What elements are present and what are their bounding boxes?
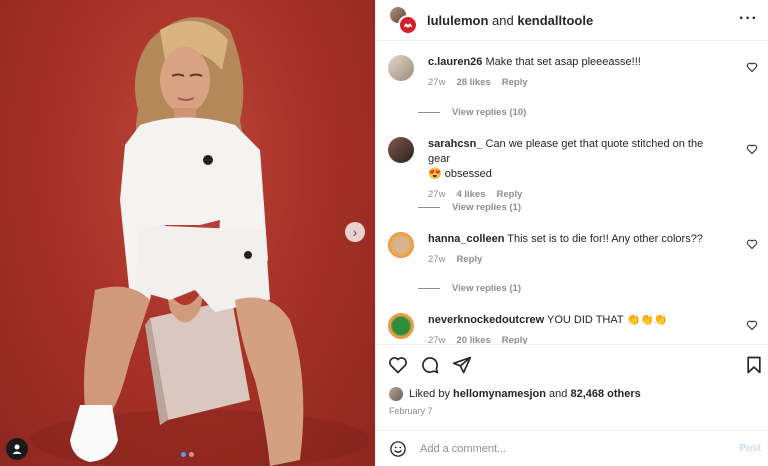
smiley-icon[interactable] xyxy=(389,440,407,458)
heart-icon[interactable] xyxy=(746,319,758,331)
likes-summary: Liked by hellomynamesjon and 82,468 othe… xyxy=(389,387,641,401)
reply-button[interactable]: Reply xyxy=(502,75,528,90)
more-options-button[interactable]: ··· xyxy=(739,10,758,27)
person-icon xyxy=(12,444,22,454)
author-username[interactable]: lululemon xyxy=(427,13,488,28)
liker-avatar[interactable] xyxy=(389,387,403,401)
comment-text: Make that set asap pleeeasse!!! xyxy=(485,56,641,68)
liked-by-conjunction: and xyxy=(549,388,568,400)
heart-icon[interactable] xyxy=(746,238,758,250)
next-photo-button[interactable]: › xyxy=(345,222,365,242)
liked-by-prefix: Liked by xyxy=(409,388,450,400)
post-comment-button[interactable]: Post xyxy=(739,443,761,454)
carousel-dot-active xyxy=(181,452,186,457)
view-replies-label: View replies (10) xyxy=(452,107,527,118)
likes-count[interactable]: 82,468 others xyxy=(570,388,640,400)
lululemon-logo-icon xyxy=(404,23,412,28)
view-replies-button[interactable]: View replies (1) xyxy=(418,283,521,294)
comment-icon[interactable] xyxy=(420,355,440,375)
bookmark-icon[interactable] xyxy=(744,355,764,375)
commenter-avatar[interactable] xyxy=(388,313,414,339)
view-replies-label: View replies (1) xyxy=(452,283,521,294)
commenter-avatar[interactable] xyxy=(388,232,414,258)
add-comment-bar: Post xyxy=(376,430,768,466)
comment-text-continued: 😍 obsessed xyxy=(428,168,492,180)
comment-time[interactable]: 27w xyxy=(428,333,445,344)
heart-icon[interactable] xyxy=(388,355,408,375)
comment-time[interactable]: 27w xyxy=(428,252,445,267)
divider-line xyxy=(418,112,440,113)
divider-line xyxy=(418,288,440,289)
reply-button[interactable]: Reply xyxy=(502,333,528,344)
divider-line xyxy=(418,207,440,208)
comment-text: This set is to die for!! Any other color… xyxy=(507,233,703,245)
commenter-avatar[interactable] xyxy=(388,137,414,163)
comment-input[interactable] xyxy=(420,442,720,455)
lululemon-logo-avatar xyxy=(398,15,418,35)
post-date[interactable]: February 7 xyxy=(389,406,433,416)
comment-likes[interactable]: 4 likes xyxy=(456,187,485,202)
view-replies-label: View replies (1) xyxy=(452,202,521,213)
carousel-dot xyxy=(189,452,194,457)
comments-list[interactable]: c.lauren26 Make that set asap pleeeasse!… xyxy=(376,41,768,344)
photo-scene xyxy=(30,17,370,466)
reply-button[interactable]: Reply xyxy=(497,187,523,202)
post-actions-bar xyxy=(376,344,768,384)
comment-time[interactable]: 27w xyxy=(428,187,445,202)
ellipsis-horizontal-icon: ··· xyxy=(739,10,758,27)
comment-username[interactable]: neverknockedoutcrew xyxy=(428,314,544,326)
tagged-users-button[interactable] xyxy=(6,438,28,460)
comment-time[interactable]: 27w xyxy=(428,75,445,90)
commenter-avatar[interactable] xyxy=(388,55,414,81)
comment-username[interactable]: c.lauren26 xyxy=(428,56,482,68)
post-photo[interactable]: › xyxy=(0,0,375,466)
reply-button[interactable]: Reply xyxy=(456,252,482,267)
send-icon[interactable] xyxy=(452,355,472,375)
carousel-indicator xyxy=(181,452,194,457)
comment-likes[interactable]: 20 likes xyxy=(456,333,490,344)
author-conjunction: and xyxy=(492,12,514,28)
liker-username[interactable]: hellomynamesjon xyxy=(453,388,546,400)
collaborator-username[interactable]: kendalltoole xyxy=(517,13,593,28)
comment-text: YOU DID THAT 👏👏👏 xyxy=(547,314,668,326)
heart-icon[interactable] xyxy=(746,143,758,155)
chevron-right-icon: › xyxy=(352,224,358,240)
post-side-panel: lululemon and kendalltoole ··· c.lauren2… xyxy=(375,0,768,466)
view-replies-button[interactable]: View replies (1) xyxy=(418,202,521,213)
comment-username[interactable]: hanna_colleen xyxy=(428,233,504,245)
comment-username[interactable]: sarahcsn_ xyxy=(428,138,482,150)
post-header: lululemon and kendalltoole ··· xyxy=(376,0,768,41)
heart-icon[interactable] xyxy=(746,61,758,73)
comment-likes[interactable]: 28 likes xyxy=(456,75,490,90)
post-authors: lululemon and kendalltoole xyxy=(427,13,593,28)
view-replies-button[interactable]: View replies (10) xyxy=(418,107,526,118)
collab-avatars[interactable] xyxy=(389,6,418,35)
